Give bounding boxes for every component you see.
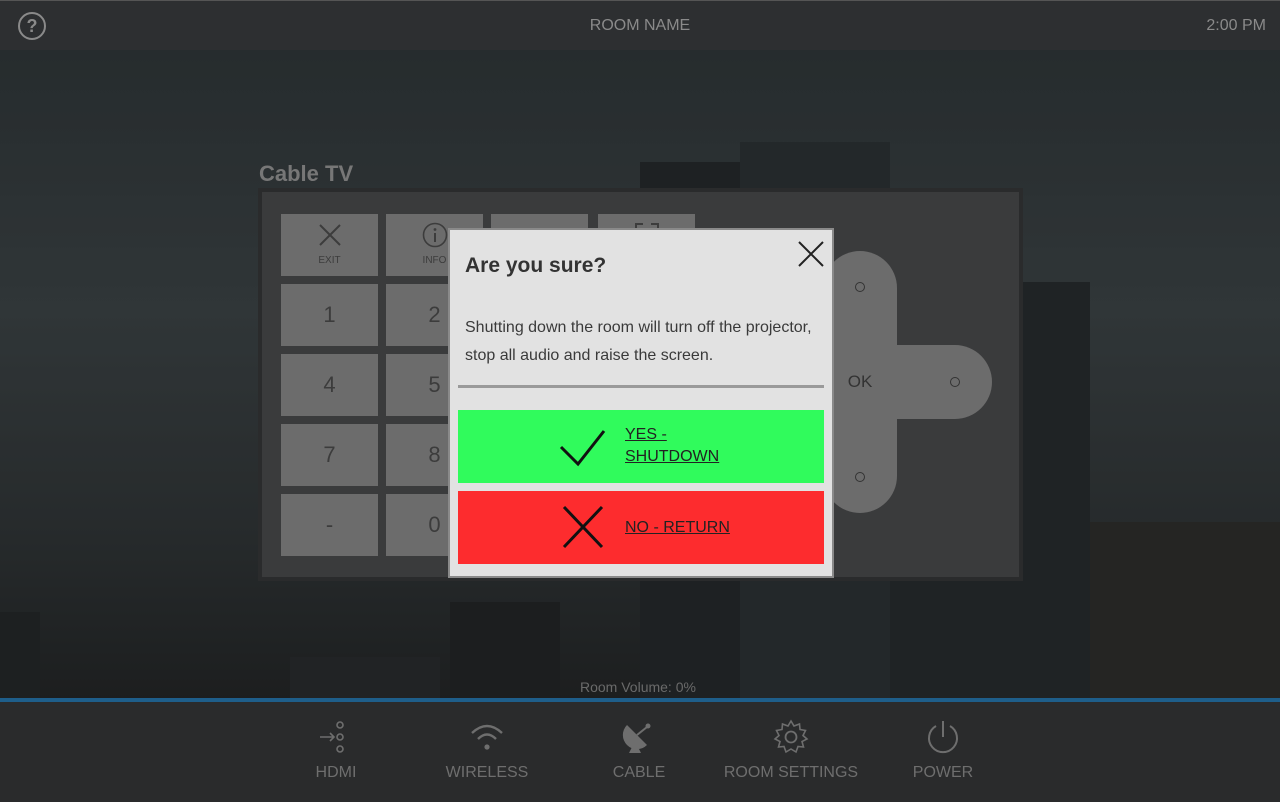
dpad-right-button[interactable] (950, 377, 960, 387)
hdmi-icon (320, 721, 344, 753)
nav-power[interactable]: POWER (868, 702, 1018, 802)
keypad-label: 4 (323, 372, 336, 397)
nav-cable[interactable]: CABLE (564, 702, 714, 802)
exit-button[interactable]: EXIT (281, 214, 378, 276)
dialog-title: Are you sure? (465, 254, 607, 277)
top-bar: ? ROOM NAME 2:00 PM (0, 0, 1280, 50)
confirm-dialog: Are you sure? Shutting down the room wil… (448, 228, 834, 578)
keypad-dash[interactable]: - (281, 494, 378, 556)
room-volume-label: Room Volume: 0% (580, 679, 696, 695)
divider (458, 385, 824, 388)
nav-label: ROOM SETTINGS (723, 764, 859, 781)
keypad-label: 7 (323, 442, 336, 467)
keypad-label: 1 (323, 302, 336, 327)
checkmark-icon (559, 430, 606, 467)
nav-room-settings[interactable]: ROOM SETTINGS (716, 702, 866, 802)
panel-title: Cable TV (259, 161, 354, 186)
nav-label: HDMI (315, 764, 357, 781)
bottom-nav: HDMI WIRELESS CABLE ROOM SETTINGS POWER (0, 702, 1280, 802)
no-return-button[interactable]: NO - RETURN (458, 491, 824, 564)
nav-label: WIRELESS (445, 764, 529, 781)
nav-label: CABLE (612, 764, 666, 781)
gear-icon (773, 719, 809, 754)
close-icon (281, 222, 378, 253)
close-icon (798, 241, 824, 267)
yes-shutdown-button[interactable]: YES - SHUTDOWN (458, 410, 824, 483)
dpad-up-button[interactable] (855, 282, 865, 292)
keypad-4[interactable]: 4 (281, 354, 378, 416)
exit-label: EXIT (318, 255, 341, 266)
nav-hdmi[interactable]: HDMI (261, 702, 411, 802)
keypad-label: - (325, 512, 334, 537)
room-name: ROOM NAME (589, 17, 691, 34)
keypad-7[interactable]: 7 (281, 424, 378, 486)
nav-label: POWER (912, 764, 974, 781)
close-icon (562, 505, 604, 549)
close-dialog-button[interactable] (795, 238, 827, 270)
nav-wireless[interactable]: WIRELESS (412, 702, 562, 802)
wifi-icon (471, 724, 503, 750)
clock: 2:00 PM (1206, 17, 1266, 34)
dpad-ok-button[interactable]: OK (828, 352, 892, 412)
no-label: NO - RETURN (625, 519, 730, 536)
dialog-message: Shutting down the room will turn off the… (465, 319, 812, 364)
yes-label-line2: SHUTDOWN (625, 448, 720, 465)
yes-label-line1: YES - (625, 426, 667, 443)
dpad-down-button[interactable] (855, 472, 865, 482)
keypad-1[interactable]: 1 (281, 284, 378, 346)
power-icon (928, 721, 958, 754)
satellite-dish-icon (622, 723, 651, 753)
